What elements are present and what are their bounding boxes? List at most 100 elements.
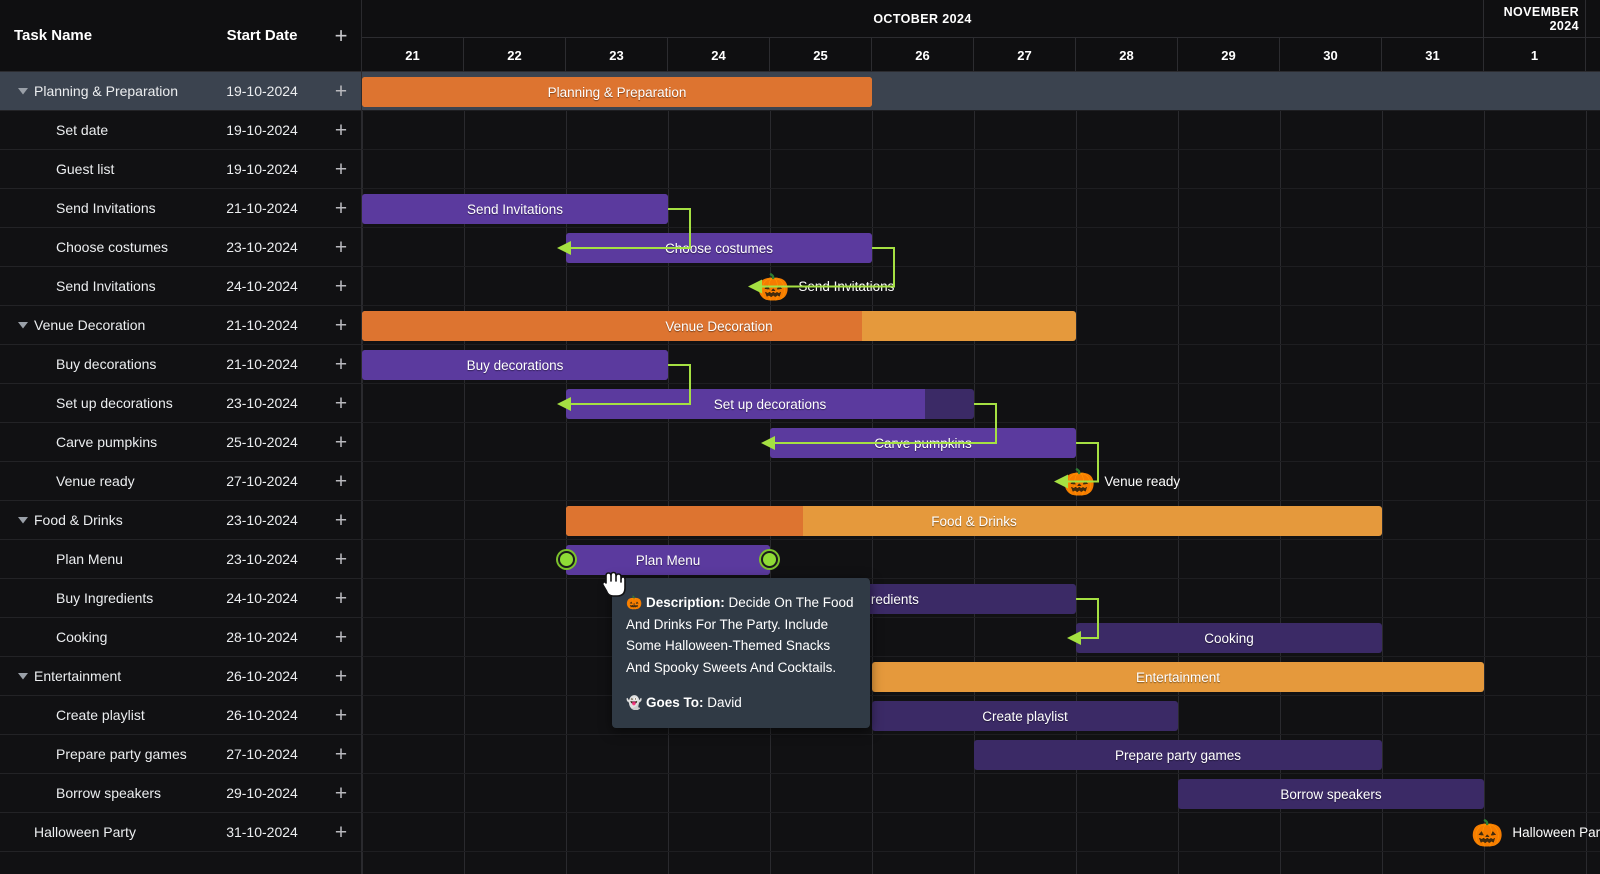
gantt-task-bar[interactable]: Carve pumpkins — [770, 428, 1076, 458]
task-row[interactable]: Cooking28-10-2024+ — [0, 618, 361, 657]
task-row-name: Prepare party games — [0, 746, 203, 762]
milestone-marker[interactable]: 🎃Send Invitations — [757, 271, 894, 302]
gantt-task-bar[interactable]: Prepare party games — [974, 740, 1382, 770]
task-row-add-button[interactable]: + — [321, 159, 361, 180]
chevron-down-icon[interactable] — [12, 88, 34, 95]
gantt-group-bar[interactable]: Venue Decoration — [362, 311, 1076, 341]
gantt-task-bar[interactable]: Borrow speakers — [1178, 779, 1484, 809]
task-row[interactable]: Prepare party games27-10-2024+ — [0, 735, 361, 774]
task-row-add-button[interactable]: + — [321, 744, 361, 765]
gantt-task-bar[interactable]: Buy decorations — [362, 350, 668, 380]
timeline-row[interactable] — [362, 813, 1600, 852]
task-row[interactable]: Plan Menu23-10-2024+ — [0, 540, 361, 579]
gantt-task-bar[interactable]: Set up decorations — [566, 389, 974, 419]
task-row-start-date: 26-10-2024 — [203, 707, 321, 723]
chevron-down-icon[interactable] — [12, 673, 34, 680]
task-row-add-button[interactable]: + — [321, 549, 361, 570]
task-row-add-button[interactable]: + — [321, 354, 361, 375]
task-row-start-date: 23-10-2024 — [203, 512, 321, 528]
gantt-task-bar[interactable]: Cooking — [1076, 623, 1382, 653]
ghost-icon: 👻 — [626, 695, 642, 710]
add-column-button[interactable]: + — [321, 25, 361, 47]
task-row-add-button[interactable]: + — [321, 81, 361, 102]
task-row-add-button[interactable]: + — [321, 822, 361, 843]
task-row[interactable]: Planning & Preparation19-10-2024+ — [0, 72, 361, 111]
milestone-marker[interactable]: 🎃Halloween Party — [1471, 817, 1600, 848]
timeline-row[interactable] — [362, 540, 1600, 579]
task-row-name: Buy Ingredients — [0, 590, 203, 606]
milestone-marker[interactable]: 🎃Venue ready — [1063, 466, 1180, 497]
task-row-add-button[interactable]: + — [321, 783, 361, 804]
gantt-task-bar[interactable]: Create playlist — [872, 701, 1178, 731]
task-row[interactable]: Venue ready27-10-2024+ — [0, 462, 361, 501]
day-header: 24 — [668, 38, 770, 72]
task-row-add-button[interactable]: + — [321, 510, 361, 531]
tooltip-goes-to-line: 👻 Goes To: David — [626, 692, 854, 714]
bar-resize-handle-left[interactable] — [558, 551, 575, 568]
task-row-start-date: 27-10-2024 — [203, 473, 321, 489]
chevron-down-icon[interactable] — [12, 517, 34, 524]
task-row-add-button[interactable]: + — [321, 198, 361, 219]
bar-label: Choose costumes — [566, 241, 872, 256]
task-row-add-button[interactable]: + — [321, 666, 361, 687]
task-row[interactable]: Send Invitations24-10-2024+ — [0, 267, 361, 306]
task-row-add-button[interactable]: + — [321, 393, 361, 414]
gantt-group-bar[interactable]: Entertainment — [872, 662, 1484, 692]
timeline-row[interactable] — [362, 384, 1600, 423]
task-row-name: Buy decorations — [0, 356, 203, 372]
gantt-task-bar[interactable]: Plan Menu — [566, 545, 770, 575]
task-row[interactable]: Choose costumes23-10-2024+ — [0, 228, 361, 267]
gantt-task-bar[interactable]: Send Invitations — [362, 194, 668, 224]
task-row-start-date: 19-10-2024 — [203, 122, 321, 138]
task-row[interactable]: Create playlist26-10-2024+ — [0, 696, 361, 735]
task-row[interactable]: Set up decorations23-10-2024+ — [0, 384, 361, 423]
task-row-start-date: 21-10-2024 — [203, 200, 321, 216]
timeline-row[interactable] — [362, 111, 1600, 150]
timeline-row[interactable] — [362, 462, 1600, 501]
pumpkin-icon: 🎃 — [626, 595, 642, 610]
task-row-add-button[interactable]: + — [321, 276, 361, 297]
task-row-add-button[interactable]: + — [321, 627, 361, 648]
bar-label: Buy decorations — [362, 358, 668, 373]
timeline-row[interactable] — [362, 267, 1600, 306]
task-row-name: Plan Menu — [0, 551, 203, 567]
pumpkin-icon: 🎃 — [1471, 820, 1503, 846]
task-row-add-button[interactable]: + — [321, 432, 361, 453]
task-row[interactable]: Entertainment26-10-2024+ — [0, 657, 361, 696]
month-header: NOVEMBER 2024 — [1484, 0, 1586, 38]
bar-resize-handle-right[interactable] — [761, 551, 778, 568]
task-row[interactable]: Buy decorations21-10-2024+ — [0, 345, 361, 384]
task-row-add-button[interactable]: + — [321, 588, 361, 609]
gantt-group-bar[interactable]: Planning & Preparation — [362, 77, 872, 107]
bar-label: Set up decorations — [566, 397, 974, 412]
task-row[interactable]: Send Invitations21-10-2024+ — [0, 189, 361, 228]
task-row[interactable]: Buy Ingredients24-10-2024+ — [0, 579, 361, 618]
day-header: 28 — [1076, 38, 1178, 72]
task-row[interactable]: Food & Drinks23-10-2024+ — [0, 501, 361, 540]
chevron-down-icon[interactable] — [12, 322, 34, 329]
day-header: 23 — [566, 38, 668, 72]
bar-label: Cooking — [1076, 631, 1382, 646]
task-row[interactable]: Halloween Party31-10-2024+ — [0, 813, 361, 852]
timeline-row[interactable] — [362, 618, 1600, 657]
task-row-add-button[interactable]: + — [321, 705, 361, 726]
day-header: 31 — [1382, 38, 1484, 72]
timeline-row[interactable] — [362, 228, 1600, 267]
task-row-add-button[interactable]: + — [321, 237, 361, 258]
task-row[interactable]: Carve pumpkins25-10-2024+ — [0, 423, 361, 462]
task-grid-panel: Task Name Start Date + Planning & Prepar… — [0, 0, 362, 874]
task-row-name: Venue Decoration — [34, 317, 203, 333]
task-row[interactable]: Guest list19-10-2024+ — [0, 150, 361, 189]
pointing-hand-cursor — [600, 569, 626, 599]
gantt-group-bar[interactable]: Food & Drinks — [566, 506, 1382, 536]
gantt-task-bar[interactable]: Choose costumes — [566, 233, 872, 263]
task-row-add-button[interactable]: + — [321, 315, 361, 336]
task-row-add-button[interactable]: + — [321, 120, 361, 141]
timeline-row[interactable] — [362, 150, 1600, 189]
month-header: OCTOBER 2024 — [362, 0, 1484, 38]
task-row-name: Set date — [0, 122, 203, 138]
task-row[interactable]: Set date19-10-2024+ — [0, 111, 361, 150]
task-row-add-button[interactable]: + — [321, 471, 361, 492]
task-row[interactable]: Venue Decoration21-10-2024+ — [0, 306, 361, 345]
task-row[interactable]: Borrow speakers29-10-2024+ — [0, 774, 361, 813]
